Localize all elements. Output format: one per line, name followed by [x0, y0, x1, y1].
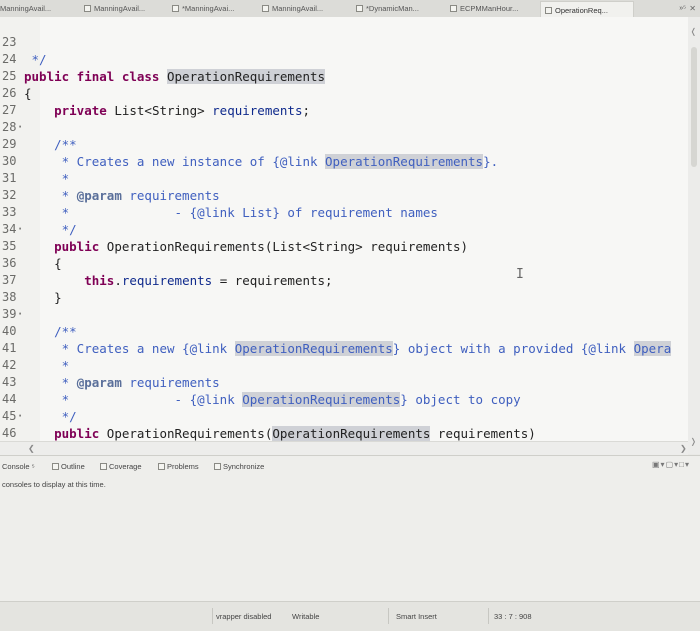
vertical-scrollbar[interactable]: ❬ ❭ [688, 17, 700, 454]
code-line: 37 } [0, 255, 688, 305]
tab-label: Outline [61, 462, 85, 471]
code-line: 47 this.requirements = new ArrayList<>(r… [0, 425, 688, 454]
console-toolbar-icons[interactable]: ▣▾▢▾□▾ [652, 460, 690, 469]
java-file-icon [172, 5, 179, 12]
java-file-icon [356, 5, 363, 12]
tab-manningavail-1[interactable]: ManningAvail... [0, 0, 78, 17]
console-message: consoles to display at this time. [2, 480, 106, 489]
editor-tab-bar: ManningAvail... ManningAvail... *Manning… [0, 0, 700, 18]
outline-icon [52, 463, 59, 470]
status-separator [388, 608, 389, 624]
console-panel: Console ⁵ Outline Coverage Problems Sync… [0, 455, 700, 602]
java-file-icon [262, 5, 269, 12]
close-icon[interactable]: ✕ [689, 0, 696, 17]
code-line: 25 { [0, 51, 688, 101]
tab-manningavai-3[interactable]: *ManningAvai... [168, 0, 260, 17]
chevron-left-icon[interactable]: ❮ [28, 442, 35, 455]
java-file-icon [545, 7, 552, 14]
status-vrapper: vrapper disabled [216, 612, 272, 621]
code-editor[interactable]: 23 */ 24 public final class OperationReq… [0, 17, 688, 454]
code-line: 45· public OperationRequirements(Operati… [0, 391, 688, 441]
tab-label: Synchronize [223, 462, 265, 471]
chevron-up-icon[interactable]: ❬ [690, 27, 697, 36]
tab-coverage[interactable]: Coverage [100, 462, 142, 471]
code-line: 31 * @param requirements [0, 153, 688, 203]
code-line: 38 [0, 272, 688, 304]
status-cursor-position: 33 : 7 : 908 [494, 612, 532, 621]
text-cursor-icon: I [516, 267, 524, 282]
tab-problems[interactable]: Problems [158, 462, 199, 471]
status-insert-mode: Smart Insert [396, 612, 437, 621]
tab-label: ManningAvail... [0, 4, 52, 13]
code-line: 28· /** [0, 102, 688, 152]
tab-dynamicman[interactable]: *DynamicMan... [352, 0, 444, 17]
code-line: 27 [0, 85, 688, 117]
status-bar: vrapper disabled Writable Smart Insert 3… [0, 601, 700, 631]
code-line: 46 { [0, 408, 688, 454]
status-writable: Writable [292, 612, 320, 621]
tab-label: ManningAvail... [272, 4, 324, 13]
horizontal-scrollbar[interactable]: ❮ ❯ [0, 441, 688, 455]
eclipse-window: ManningAvail... ManningAvail... *Manning… [0, 0, 700, 631]
code-line: 26 private List<String> requirements; [0, 68, 688, 118]
tab-label: Coverage [109, 462, 142, 471]
console-tab-bar: Console ⁵ Outline Coverage Problems Sync… [0, 456, 700, 476]
coverage-icon [100, 463, 107, 470]
code-line: 41 * [0, 323, 688, 373]
problems-icon [158, 463, 165, 470]
code-line: 44 */ [0, 374, 688, 424]
tab-outline[interactable]: Outline [52, 462, 85, 471]
tab-label: *ManningAvai... [182, 4, 235, 13]
tab-synchronize[interactable]: Synchronize [214, 462, 264, 471]
code-line: 42 * @param requirements [0, 340, 688, 390]
tab-operationrequirements[interactable]: OperationReq... [540, 1, 634, 18]
chevron-right-icon[interactable]: ❯ [680, 442, 687, 455]
synchronize-icon [214, 463, 221, 470]
status-separator [488, 608, 489, 624]
tab-label: Console ⁵ [2, 462, 35, 471]
code-line: 36 this.requirements = requirements; [0, 238, 688, 288]
status-separator [212, 608, 213, 624]
scrollbar-thumb[interactable] [691, 47, 697, 167]
tab-label: Problems [167, 462, 199, 471]
tab-label: OperationReq... [555, 6, 608, 15]
tab-manningavail-2[interactable]: ManningAvail... [80, 0, 166, 17]
code-line: 33 */ [0, 187, 688, 237]
tab-label: ECPMManHour... [460, 4, 519, 13]
chevron-down-icon[interactable]: ❭ [690, 437, 697, 446]
java-file-icon [450, 5, 457, 12]
code-line: 35 { [0, 221, 688, 271]
java-file-icon [84, 5, 91, 12]
code-line: 30 * [0, 136, 688, 186]
tab-label: *DynamicMan... [366, 4, 419, 13]
tab-overflow-indicator[interactable]: »⁵ [679, 0, 686, 17]
tab-label: ManningAvail... [94, 4, 146, 13]
code-line: 34· public OperationRequirements(List<St… [0, 204, 688, 254]
code-line: 43 * - {@link OperationRequirements} obj… [0, 357, 688, 407]
code-line: 24 public final class OperationRequireme… [0, 34, 688, 84]
code-line: 40 * Creates a new {@link OperationRequi… [0, 306, 688, 356]
tab-console[interactable]: Console ⁵ [2, 462, 35, 471]
code-line: 32 * - {@link List} of requirement names [0, 170, 688, 220]
code-line: 23 */ [0, 17, 688, 67]
code-line: 29 * Creates a new instance of {@link Op… [0, 119, 688, 169]
tab-manningavail-4[interactable]: ManningAvail... [258, 0, 350, 17]
tab-ecpmmanhour[interactable]: ECPMManHour... [446, 0, 536, 17]
code-line: 39· /** [0, 289, 688, 339]
